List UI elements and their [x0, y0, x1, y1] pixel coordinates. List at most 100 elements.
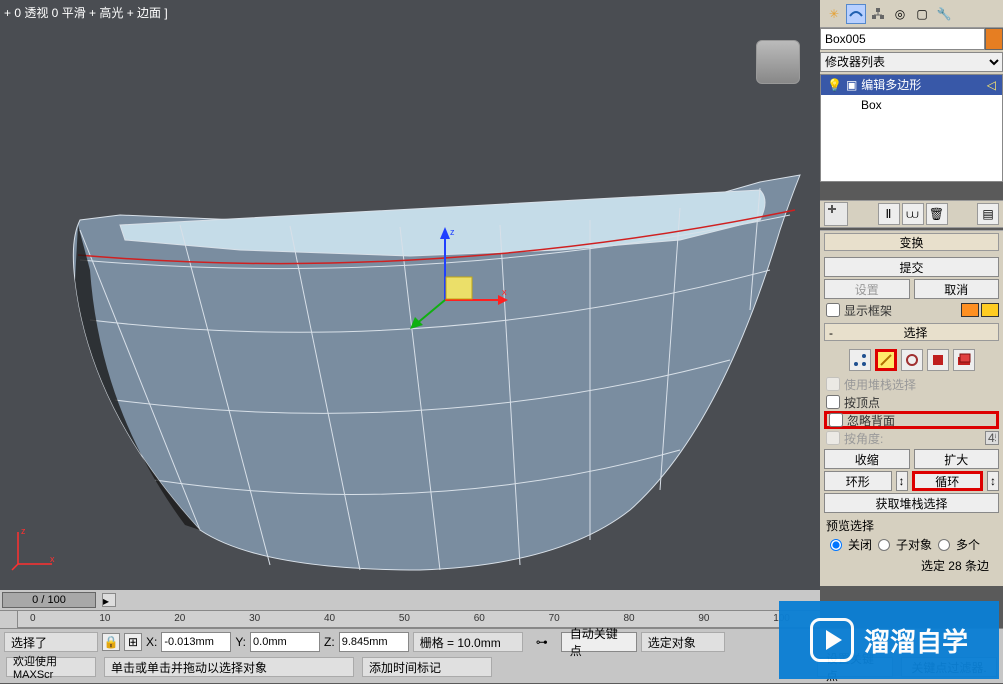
x-input[interactable] — [161, 632, 231, 652]
svg-text:x: x — [50, 554, 55, 564]
selected-object-dropdown[interactable]: 选定对象 — [641, 632, 725, 652]
ignore-backface-checkbox[interactable] — [829, 413, 843, 427]
model-boat[interactable] — [60, 170, 820, 580]
by-vertex-checkbox[interactable] — [826, 395, 840, 409]
rollout-transform-body: 提交 设置 取消 显示框架 — [820, 253, 1003, 321]
expand-icon[interactable]: ▣ — [846, 75, 857, 95]
show-frame-row: 显示框架 — [824, 301, 999, 319]
rollout-select-header[interactable]: - 选择 — [824, 323, 999, 341]
watermark-text: 溜溜自学 — [864, 622, 968, 659]
by-angle-label: 按角度: — [844, 430, 883, 447]
tick-40: 40 — [324, 613, 335, 624]
selected-label: 选择了 — [11, 634, 47, 651]
preview-off-label: 关闭 — [848, 536, 872, 553]
settings-button[interactable]: 设置 — [824, 279, 910, 299]
viewport-label: + 0 透视 0 平滑 + 高光 + 边面 ] — [4, 4, 168, 21]
border-subobj-icon[interactable] — [901, 349, 923, 371]
time-slider-nav[interactable]: ▸ — [102, 593, 116, 607]
rollout-transform-header[interactable]: 变换 — [824, 233, 999, 251]
tick-70: 70 — [549, 613, 560, 624]
modifier-list-row: 修改器列表 — [820, 52, 1003, 74]
preview-many-radio[interactable] — [938, 539, 950, 551]
use-stack-select-label: 使用堆栈选择 — [844, 376, 916, 393]
y-label: Y: — [235, 635, 246, 649]
shrink-button[interactable]: 收缩 — [824, 449, 910, 469]
submit-button[interactable]: 提交 — [824, 257, 999, 277]
x-label: X: — [146, 635, 157, 649]
preview-off-radio[interactable] — [830, 539, 842, 551]
add-time-marker[interactable]: 添加时间标记 — [362, 657, 492, 677]
edge-icon: ◁ — [987, 75, 996, 95]
time-slider-thumb[interactable]: 0 / 100 — [2, 592, 96, 608]
use-stack-select-row: 使用堆栈选择 — [824, 375, 999, 393]
by-vertex-label: 按顶点 — [844, 394, 880, 411]
transform-mode-button[interactable]: ⊞ — [124, 633, 142, 651]
preview-radio-row: 关闭 子对象 多个 — [826, 534, 997, 555]
remove-modifier-button[interactable]: 🗑 — [926, 203, 948, 225]
tick-90: 90 — [698, 613, 709, 624]
watermark: 溜溜自学 — [779, 601, 999, 679]
object-color-swatch[interactable] — [985, 28, 1003, 50]
modify-tab-icon[interactable] — [846, 4, 866, 24]
preview-select-label: 预览选择 — [826, 517, 997, 534]
collapse-icon[interactable]: - — [829, 324, 833, 342]
axis-indicator: z x — [10, 522, 60, 572]
utilities-tab-icon[interactable]: 🔧 — [934, 4, 954, 24]
motion-tab-icon[interactable]: ◎ — [890, 4, 910, 24]
tick-10: 10 — [99, 613, 110, 624]
by-angle-row: 按角度: — [824, 429, 999, 447]
modifier-stack[interactable]: 💡 ▣ 编辑多边形 ◁ Box — [820, 74, 1003, 182]
modifier-list-dropdown[interactable]: 修改器列表 — [820, 52, 1003, 72]
show-end-result-button[interactable]: Ⅱ — [878, 203, 900, 225]
ignore-backface-label: 忽略背面 — [847, 412, 895, 429]
time-slider[interactable]: 0 / 100 ▸ — [0, 590, 820, 610]
stack-edit-poly-label: 编辑多边形 — [861, 75, 921, 95]
stack-box-label: Box — [861, 95, 882, 115]
hierarchy-tab-icon[interactable] — [868, 4, 888, 24]
loop-button[interactable]: 循环 — [912, 471, 984, 491]
element-subobj-icon[interactable] — [953, 349, 975, 371]
pin-stack-button[interactable] — [824, 202, 848, 226]
make-unique-button[interactable]: ⩊ — [902, 203, 924, 225]
use-stack-select-checkbox — [826, 377, 840, 391]
tick-20: 20 — [174, 613, 185, 624]
rollout-select-body: 使用堆栈选择 按顶点 忽略背面 按角度: 收缩 扩大 环形 ↕ 循环 ↕ 获取堆… — [820, 343, 1003, 578]
selected-info: 选择了 — [4, 632, 98, 652]
frame-color-1[interactable] — [961, 303, 979, 317]
y-input[interactable] — [250, 632, 320, 652]
preview-sub-radio[interactable] — [878, 539, 890, 551]
auto-key-button[interactable]: 自动关键点 — [561, 632, 637, 652]
display-tab-icon[interactable]: ▢ — [912, 4, 932, 24]
stack-item-edit-poly[interactable]: 💡 ▣ 编辑多边形 ◁ — [821, 75, 1002, 95]
z-input[interactable] — [339, 632, 409, 652]
tick-50: 50 — [399, 613, 410, 624]
key-icon[interactable]: ⊶ — [527, 635, 557, 649]
get-stack-select-button[interactable]: 获取堆栈选择 — [824, 493, 999, 513]
ring-spinner[interactable]: ↕ — [896, 471, 908, 491]
viewport-perspective[interactable]: + 0 透视 0 平滑 + 高光 + 边面 ] — [0, 0, 820, 590]
grow-button[interactable]: 扩大 — [914, 449, 1000, 469]
frame-color-2[interactable] — [981, 303, 999, 317]
object-name-row — [820, 28, 1003, 52]
preview-sub-label: 子对象 — [896, 536, 932, 553]
viewcube[interactable] — [756, 40, 800, 84]
ruler-menu-button[interactable] — [0, 611, 18, 629]
create-tab-icon[interactable]: ✳ — [824, 4, 844, 24]
stack-item-box[interactable]: Box — [821, 95, 1002, 115]
object-name-input[interactable] — [820, 28, 985, 50]
rollout-panel: 变换 提交 设置 取消 显示框架 - 选择 — [820, 230, 1003, 586]
time-ruler[interactable]: 0 10 20 30 40 50 60 70 80 90 100 — [0, 610, 820, 628]
edge-subobj-icon[interactable] — [875, 349, 897, 371]
ring-button[interactable]: 环形 — [824, 471, 892, 491]
rollout-select-title: 选择 — [903, 326, 927, 340]
configure-sets-button[interactable]: ▤ — [977, 203, 999, 225]
loop-spinner[interactable]: ↕ — [987, 471, 999, 491]
cancel-button[interactable]: 取消 — [914, 279, 1000, 299]
lock-selection-button[interactable]: 🔒 — [102, 633, 120, 651]
polygon-subobj-icon[interactable] — [927, 349, 949, 371]
svg-text:z: z — [21, 526, 26, 536]
by-angle-checkbox — [826, 431, 840, 445]
stack-button-row: Ⅱ ⩊ 🗑 ▤ — [820, 200, 1003, 228]
vertex-subobj-icon[interactable] — [849, 349, 871, 371]
show-frame-checkbox[interactable] — [826, 303, 840, 317]
